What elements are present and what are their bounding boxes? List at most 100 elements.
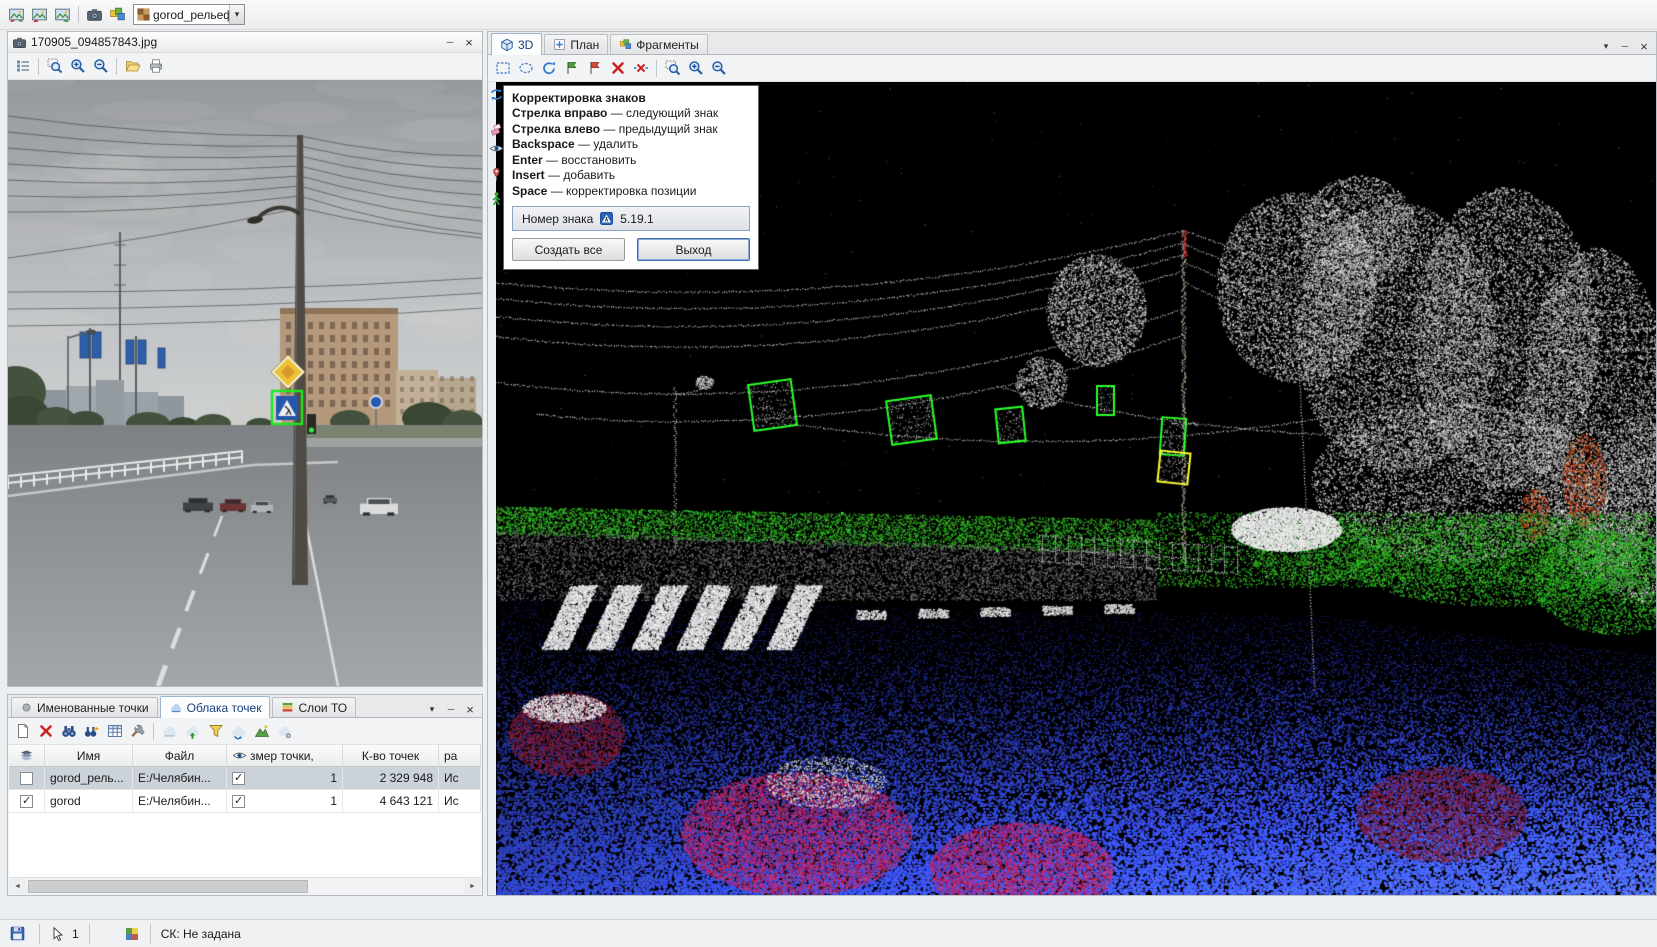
settings-button[interactable]	[126, 720, 149, 742]
zoom-in-button[interactable]	[66, 55, 89, 77]
tab-named-points[interactable]: Именованные точки	[11, 697, 158, 717]
cloud-settings-button[interactable]	[273, 720, 296, 742]
open-photo-button[interactable]	[121, 55, 144, 77]
statusbar-separator	[150, 924, 151, 944]
eraser-icon[interactable]	[489, 122, 504, 137]
zoom-window-button[interactable]	[43, 55, 66, 77]
save-button[interactable]	[6, 923, 29, 945]
toolbar-separator	[153, 723, 154, 740]
panel-menu-button[interactable]	[423, 702, 441, 717]
new-cloud-button[interactable]	[11, 720, 34, 742]
panel-menu-button[interactable]	[1597, 39, 1615, 54]
zoom-in-button[interactable]	[684, 57, 707, 79]
scroll-left-button[interactable]	[9, 879, 26, 894]
eye-icon[interactable]	[489, 141, 504, 156]
scroll-right-button[interactable]	[464, 879, 481, 894]
cloud-visibility-button[interactable]	[158, 720, 181, 742]
visible-checkbox[interactable]	[232, 772, 245, 785]
cloud-export-button[interactable]	[181, 720, 204, 742]
horizontal-scrollbar[interactable]	[9, 877, 481, 894]
pin-icon[interactable]	[489, 167, 504, 182]
print-button[interactable]	[144, 55, 167, 77]
header-name[interactable]: Имя	[45, 745, 133, 767]
close-button[interactable]	[460, 35, 478, 50]
cube-3d-icon	[500, 38, 514, 52]
select-ellipse-button[interactable]	[514, 57, 537, 79]
point-size-value: 1	[330, 794, 337, 808]
minimize-button[interactable]	[441, 35, 459, 50]
camera-icon	[86, 6, 103, 23]
scroll-thumb[interactable]	[28, 880, 308, 893]
camera-view-button[interactable]	[83, 4, 106, 26]
move-selection-button[interactable]	[629, 57, 652, 79]
person-icon[interactable]	[489, 191, 504, 206]
zoom-out-button[interactable]	[707, 57, 730, 79]
cloud-refresh-button[interactable]	[227, 720, 250, 742]
terrain-button[interactable]	[250, 720, 273, 742]
rotate-view-button[interactable]	[537, 57, 560, 79]
move-x-icon	[633, 60, 649, 76]
layer-combo-value: gorod_рельеф	[153, 8, 229, 22]
photo-swap-button[interactable]	[5, 4, 28, 26]
tab-to-layers[interactable]: Слои ТО	[272, 697, 356, 717]
red-flag-button[interactable]	[583, 57, 606, 79]
cloud-filter-button[interactable]	[204, 720, 227, 742]
cloud-file: E:/Челябин...	[138, 794, 211, 808]
create-all-button[interactable]: Создать все	[512, 238, 625, 261]
table-button[interactable]	[103, 720, 126, 742]
rotate-icon	[541, 60, 557, 76]
header-layers[interactable]	[9, 745, 45, 767]
close-button[interactable]	[461, 702, 479, 717]
photo-next-button[interactable]	[51, 4, 74, 26]
visible-checkbox[interactable]	[232, 795, 245, 808]
zoom-in-icon	[70, 58, 86, 74]
close-button[interactable]	[1635, 39, 1653, 54]
print-icon	[148, 58, 164, 74]
tab-fragments[interactable]: Фрагменты	[610, 34, 708, 54]
find-button[interactable]	[57, 720, 80, 742]
minimize-button[interactable]	[442, 702, 460, 717]
select-rect-icon	[495, 60, 511, 76]
photo-swap-icon	[8, 6, 25, 23]
toolbar-separator	[116, 58, 117, 75]
chevron-down-icon[interactable]	[229, 5, 244, 24]
shortcut-line: Backspace — удалить	[512, 137, 750, 153]
find-next-button[interactable]	[80, 720, 103, 742]
sign-number-field[interactable]: Номер знака 5.19.1	[512, 206, 750, 231]
minimize-button[interactable]	[1616, 39, 1634, 54]
thumbnails-button[interactable]	[11, 55, 34, 77]
header-file[interactable]: Файл	[133, 745, 227, 767]
swap-mode-icon[interactable]	[489, 87, 504, 102]
cloud-icon	[169, 701, 183, 715]
exit-button[interactable]: Выход	[637, 238, 750, 261]
application-window: gorod_рельеф 170905_094857843.jpg	[0, 0, 1657, 947]
photo-title: 170905_094857843.jpg	[31, 35, 157, 49]
header-point-count[interactable]: К-во точек	[343, 745, 439, 767]
enabled-checkbox[interactable]	[20, 795, 33, 808]
tab-3d[interactable]: 3D	[491, 33, 542, 55]
tab-point-clouds[interactable]: Облака точек	[160, 696, 271, 718]
layer-combo[interactable]: gorod_рельеф	[133, 4, 245, 25]
cloud-file: E:/Челябин...	[138, 771, 211, 785]
photo-view-canvas[interactable]	[8, 80, 482, 686]
delete-selection-button[interactable]	[606, 57, 629, 79]
texture-view-button[interactable]	[106, 4, 129, 26]
header-extra[interactable]: ра	[439, 745, 481, 767]
enabled-checkbox[interactable]	[20, 772, 33, 785]
select-rect-button[interactable]	[491, 57, 514, 79]
tab-plan[interactable]: План	[544, 34, 608, 54]
green-flag-button[interactable]	[560, 57, 583, 79]
clouds-tabbar: Именованные точки Облака точек Слои ТО	[8, 695, 482, 718]
photo-prev-button[interactable]	[28, 4, 51, 26]
header-point-size[interactable]: змер точки,	[227, 745, 343, 767]
scroll-track[interactable]	[26, 879, 464, 894]
shortcut-line: Стрелка вправо — следующий знак	[512, 106, 750, 122]
layers-icon	[281, 701, 294, 714]
delete-cloud-button[interactable]	[34, 720, 57, 742]
camera-icon	[12, 35, 27, 50]
zoom-window-button[interactable]	[661, 57, 684, 79]
zoom-out-button[interactable]	[89, 55, 112, 77]
3d-viewport: Корректировка знаков Стрелка вправо — сл…	[488, 82, 1656, 895]
binoculars-arrow-icon	[84, 723, 100, 739]
texture-icon	[109, 6, 126, 23]
